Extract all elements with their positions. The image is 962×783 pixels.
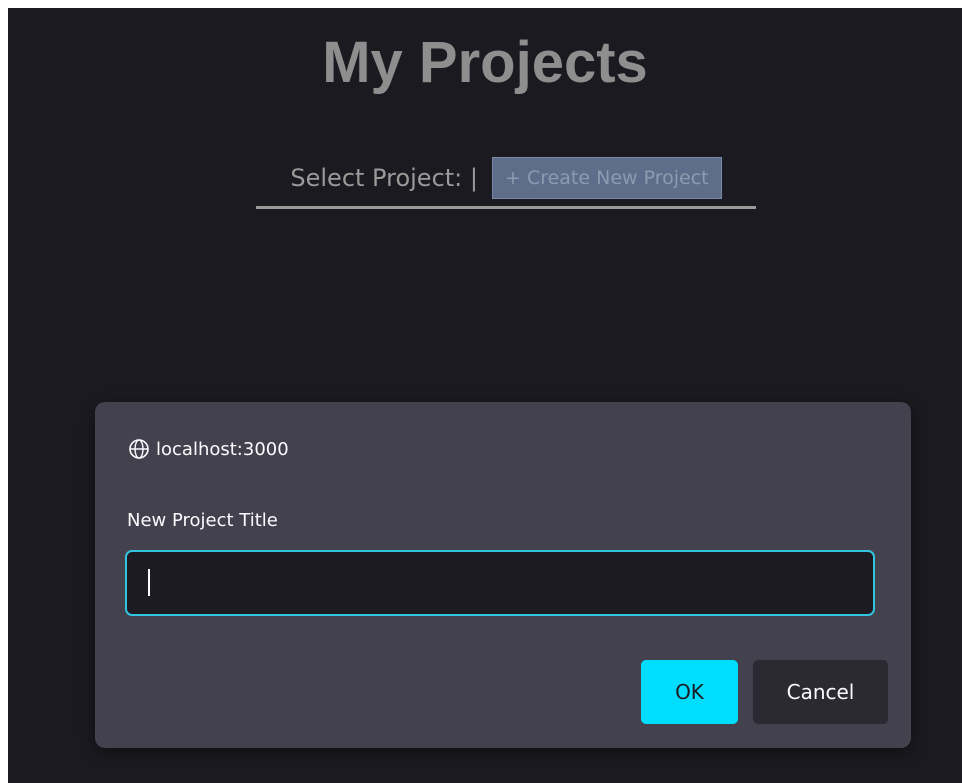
text-caret <box>148 569 150 596</box>
project-title-input[interactable] <box>125 550 875 616</box>
select-project-label: Select Project: | <box>290 164 478 192</box>
prompt-label: New Project Title <box>127 510 278 531</box>
cancel-button[interactable]: Cancel <box>753 660 888 724</box>
page-title: My Projects <box>322 30 648 95</box>
create-new-project-button[interactable]: + Create New Project <box>491 157 722 199</box>
app-page: My Projects Select Project: | + Create N… <box>8 8 962 783</box>
project-selector-row: Select Project: | + Create New Project <box>256 150 756 209</box>
globe-icon <box>128 438 156 460</box>
ok-button[interactable]: OK <box>641 660 738 724</box>
dialog-origin: localhost:3000 <box>128 438 289 460</box>
prompt-dialog: localhost:3000 New Project Title OK Canc… <box>95 402 911 748</box>
origin-text: localhost:3000 <box>156 438 289 460</box>
